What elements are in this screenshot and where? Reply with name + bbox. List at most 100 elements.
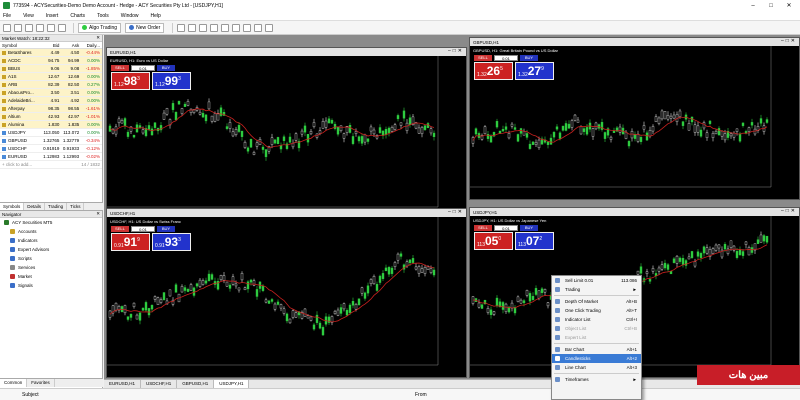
tile-windows-icon[interactable] bbox=[210, 23, 219, 32]
data-window-icon[interactable] bbox=[47, 23, 55, 32]
candlestick-chart[interactable] bbox=[107, 217, 466, 377]
tab-ticks[interactable]: Ticks bbox=[67, 203, 85, 210]
close-icon[interactable]: ✕ bbox=[96, 35, 100, 41]
new-order-button[interactable]: New Order bbox=[125, 22, 165, 33]
tab-symbols[interactable]: Symbols bbox=[0, 203, 25, 210]
column-bid[interactable]: Bid bbox=[40, 43, 60, 48]
candle-body bbox=[516, 296, 520, 302]
context-menu-item[interactable]: Candlesticks Alt+2 bbox=[552, 354, 641, 363]
chart-window-header[interactable]: GBPUSD,H1 –□✕ bbox=[470, 38, 799, 46]
navigator-item[interactable]: ACY Securities MT5 bbox=[0, 218, 102, 227]
algo-trading-button[interactable]: Algo Trading bbox=[78, 22, 122, 33]
window-controls-icon[interactable]: –□✕ bbox=[781, 208, 797, 214]
table-row[interactable]: BBUS 9.06 9.08 -1.85% bbox=[0, 65, 102, 73]
window-controls-icon[interactable]: –□✕ bbox=[448, 209, 464, 215]
candle-body bbox=[288, 136, 292, 143]
daily-change-cell: 0.00% bbox=[87, 74, 100, 79]
context-menu-item[interactable]: Depth Of Market Alt+B bbox=[552, 297, 641, 306]
menu-insert[interactable]: Insert bbox=[46, 13, 59, 19]
tab-trading[interactable]: Trading bbox=[45, 203, 68, 210]
table-row[interactable]: ARB 82.39 82.50 0.27% bbox=[0, 81, 102, 89]
tab-common[interactable]: Common bbox=[0, 379, 28, 387]
chart-tab-eurusd[interactable]: EURUSD,H1 bbox=[104, 380, 142, 388]
context-menu-item[interactable]: One Click Trading Alt+T bbox=[552, 306, 641, 315]
context-menu-item[interactable]: Indicator List Ctrl+I bbox=[552, 315, 641, 324]
menu-window[interactable]: Window bbox=[121, 13, 139, 19]
navigator-item[interactable]: Indicators bbox=[0, 236, 102, 245]
window-controls-icon[interactable]: –□✕ bbox=[448, 48, 464, 54]
chart-tab-gbpusd[interactable]: GBPUSD,H1 bbox=[177, 380, 215, 388]
zoom-out-icon[interactable] bbox=[199, 23, 208, 32]
candlestick-chart[interactable] bbox=[107, 56, 466, 219]
chart-shift-icon[interactable] bbox=[221, 23, 230, 32]
table-row[interactable]: Afterpay 98.35 98.55 -1.61% bbox=[0, 105, 102, 113]
menu-view[interactable]: View bbox=[23, 13, 34, 19]
crosshair-icon[interactable] bbox=[177, 23, 186, 32]
table-row[interactable]: GBPUSD 1.32765 1.32779 -0.34% bbox=[0, 137, 102, 145]
market-watch-icon[interactable] bbox=[25, 23, 33, 32]
column-symbol[interactable]: Symbol bbox=[0, 43, 40, 48]
tab-favorites[interactable]: Favorites bbox=[27, 379, 55, 387]
table-row[interactable]: AbacusPro... 3.50 3.51 0.00% bbox=[0, 89, 102, 97]
navigator-item[interactable]: Scripts bbox=[0, 254, 102, 263]
chart-tab-usdchf[interactable]: USDCHF,H1 bbox=[141, 380, 178, 388]
navigator-item[interactable]: Signals bbox=[0, 281, 102, 290]
candle-body bbox=[234, 129, 238, 136]
table-row[interactable]: BetaShares 4.49 4.50 -0.44% bbox=[0, 49, 102, 57]
context-menu-item[interactable]: Sell Limit 0.01 113.086 bbox=[552, 276, 641, 285]
timeframes-icon[interactable] bbox=[254, 23, 263, 32]
chart-window-gbpusd[interactable]: GBPUSD,H1 –□✕ GBPUSD, H1: Great Britain Po… bbox=[469, 37, 800, 200]
table-row[interactable]: USDCHF 0.91919 0.91933 -0.12% bbox=[0, 145, 102, 153]
context-menu-item[interactable]: Trading ► bbox=[552, 285, 641, 294]
table-row[interactable]: Altium 42.93 42.97 -1.01% bbox=[0, 113, 102, 121]
candle-body bbox=[180, 286, 184, 293]
close-icon[interactable]: ✕ bbox=[96, 211, 100, 217]
table-row[interactable]: A1S 12.67 12.69 0.00% bbox=[0, 73, 102, 81]
chart-window-eurusd[interactable]: EURUSD,H1 –□✕ EURUSD, H1: Euro vs US Dolla… bbox=[106, 47, 467, 220]
templates-icon[interactable] bbox=[265, 23, 274, 32]
candle-body bbox=[432, 269, 436, 276]
context-menu-item[interactable]: Line Chart Alt+3 bbox=[552, 363, 641, 372]
column-ask[interactable]: Ask bbox=[59, 43, 80, 48]
chart-window-usdchf[interactable]: USDCHF,H1 –□✕ USDCHF, H1: US Dollar vs Swi… bbox=[106, 208, 467, 378]
chart-window-header[interactable]: EURUSD,H1 –□✕ bbox=[107, 48, 466, 56]
navigator-item[interactable]: Accounts bbox=[0, 227, 102, 236]
navigator-item[interactable]: Services bbox=[0, 263, 102, 272]
navigator-item[interactable]: Expert Advisors bbox=[0, 245, 102, 254]
indicators-icon[interactable] bbox=[243, 23, 252, 32]
menu-charts[interactable]: Charts bbox=[70, 13, 85, 19]
candle-body bbox=[666, 115, 670, 120]
maximize-icon[interactable]: □ bbox=[762, 0, 780, 11]
menu-help[interactable]: Help bbox=[151, 13, 161, 19]
navigator-icon[interactable] bbox=[36, 23, 44, 32]
candlestick-chart[interactable] bbox=[470, 46, 799, 199]
column-daily[interactable]: Daily... bbox=[79, 43, 102, 48]
menu-item-label: Object List bbox=[565, 326, 587, 331]
chart-window-header[interactable]: USDJPY,H1 –□✕ bbox=[470, 208, 799, 216]
add-symbol-row[interactable]: + click to add... 14 / 1832 bbox=[0, 161, 102, 169]
add-symbol-label[interactable]: + click to add... bbox=[0, 162, 69, 167]
menu-item-shortcut: Ctrl+B bbox=[624, 326, 637, 331]
context-menu-item[interactable]: Bar Chart Alt+1 bbox=[552, 345, 641, 354]
close-icon[interactable]: ✕ bbox=[780, 0, 798, 11]
table-row[interactable]: Alumina 1.830 1.835 0.00% bbox=[0, 121, 102, 129]
tab-details[interactable]: Details bbox=[24, 203, 46, 210]
zoom-in-icon[interactable] bbox=[188, 23, 197, 32]
menu-tools[interactable]: Tools bbox=[97, 13, 109, 19]
autoscroll-icon[interactable] bbox=[232, 23, 241, 32]
window-controls-icon[interactable]: –□✕ bbox=[781, 38, 797, 44]
chart-window-header[interactable]: USDCHF,H1 –□✕ bbox=[107, 209, 466, 217]
table-row[interactable]: ACDC 94.75 94.99 0.00% bbox=[0, 57, 102, 65]
minimize-icon[interactable]: – bbox=[744, 0, 762, 11]
table-row[interactable]: EURUSD 1.12983 1.12993 -0.02% bbox=[0, 153, 102, 161]
profiles-icon[interactable] bbox=[14, 23, 22, 32]
new-chart-icon[interactable] bbox=[3, 23, 11, 32]
chart-tab-usdjpy[interactable]: USDJPY,H1 bbox=[214, 380, 250, 388]
table-row[interactable]: USDJPY 113.050 113.072 0.00% bbox=[0, 129, 102, 137]
menu-file[interactable]: File bbox=[3, 13, 11, 19]
candle-body bbox=[741, 122, 745, 126]
table-row[interactable]: AdelaideBri... 4.91 4.92 0.00% bbox=[0, 97, 102, 105]
navigator-item[interactable]: Market bbox=[0, 272, 102, 281]
context-menu-item[interactable]: Timeframes ► bbox=[552, 375, 641, 384]
terminal-icon[interactable] bbox=[58, 23, 66, 32]
